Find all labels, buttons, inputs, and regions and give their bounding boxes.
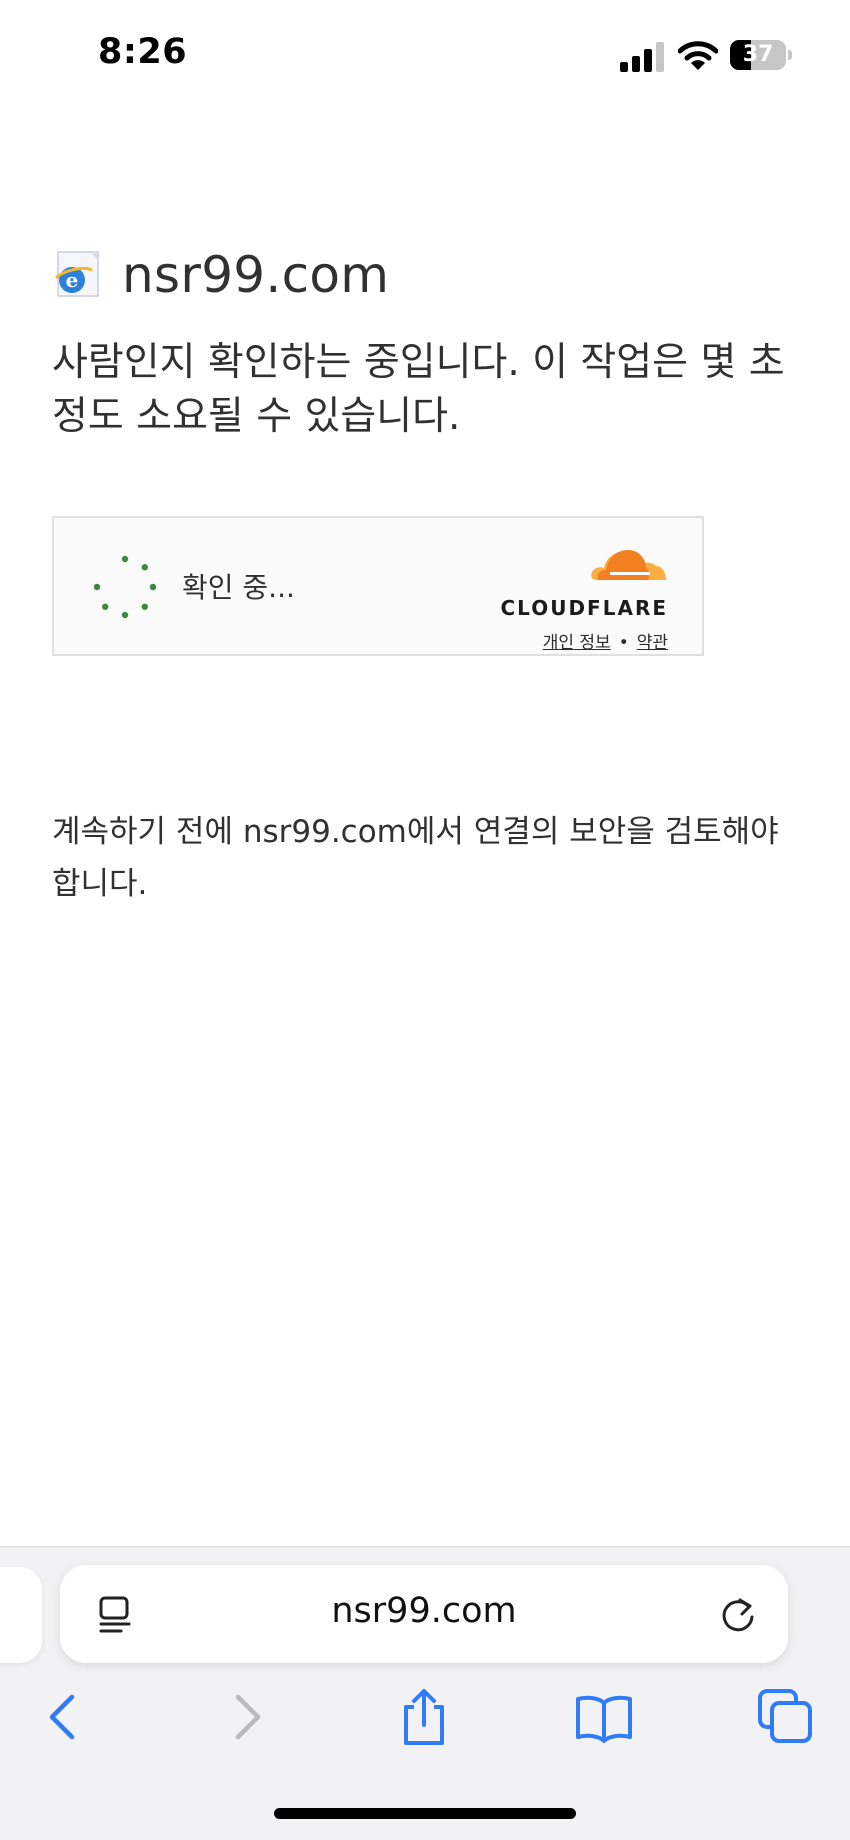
browser-toolbar bbox=[0, 1687, 850, 1767]
address-url[interactable]: nsr99.com bbox=[60, 1591, 788, 1631]
site-name: nsr99.com bbox=[122, 246, 390, 304]
spinner-dot bbox=[93, 583, 101, 591]
bookmarks-book-icon[interactable] bbox=[574, 1687, 634, 1747]
spinner-dot bbox=[141, 564, 148, 571]
cloudflare-brand: CLOUDFLARE 개인 정보 • 약관 bbox=[498, 544, 668, 653]
battery-icon: 37 bbox=[730, 40, 792, 70]
page-heading: 사람인지 확인하는 중입니다. 이 작업은 몇 초 정도 소요될 수 있습니다. bbox=[52, 340, 785, 439]
previous-tab-card[interactable] bbox=[0, 1567, 42, 1663]
cloudflare-logo-text: CLOUDFLARE bbox=[500, 596, 668, 620]
spinner-dot bbox=[141, 603, 148, 610]
spinner-dot bbox=[149, 583, 157, 591]
home-indicator[interactable] bbox=[274, 1808, 576, 1819]
spinner-dot bbox=[121, 555, 129, 563]
tabs-icon[interactable] bbox=[756, 1687, 816, 1747]
site-favicon-icon: e bbox=[54, 251, 99, 297]
wifi-icon bbox=[678, 41, 718, 70]
verification-widget: 확인 중... CLOUDFLARE 개인 정보 • 약관 bbox=[52, 516, 704, 656]
loading-spinner-icon bbox=[93, 555, 157, 619]
spinner-dot bbox=[121, 611, 129, 619]
status-bar: 8:26 37 bbox=[0, 0, 850, 112]
privacy-link[interactable]: 개인 정보 bbox=[543, 633, 611, 653]
cloudflare-links: 개인 정보 • 약관 bbox=[543, 628, 668, 653]
back-chevron-icon[interactable] bbox=[34, 1687, 94, 1747]
share-icon[interactable] bbox=[394, 1687, 454, 1747]
security-note: 계속하기 전에 nsr99.com에서 연결의 보안을 검토해야 합니다. bbox=[52, 814, 779, 902]
browser-bottom-bar: nsr99.com bbox=[0, 1546, 850, 1840]
cellular-signal-icon bbox=[620, 42, 664, 72]
terms-link[interactable]: 약관 bbox=[637, 633, 668, 653]
spinner-dot bbox=[102, 603, 109, 610]
cloudflare-cloud-icon bbox=[591, 550, 666, 580]
reload-icon[interactable] bbox=[718, 1595, 758, 1635]
forward-chevron-icon[interactable] bbox=[216, 1687, 276, 1747]
battery-level: 37 bbox=[742, 42, 774, 67]
site-header: e nsr99.com bbox=[52, 240, 389, 310]
address-bar[interactable]: nsr99.com bbox=[60, 1565, 788, 1663]
verification-status: 확인 중... bbox=[182, 571, 295, 604]
status-time: 8:26 bbox=[98, 32, 188, 72]
link-separator: • bbox=[618, 633, 629, 653]
